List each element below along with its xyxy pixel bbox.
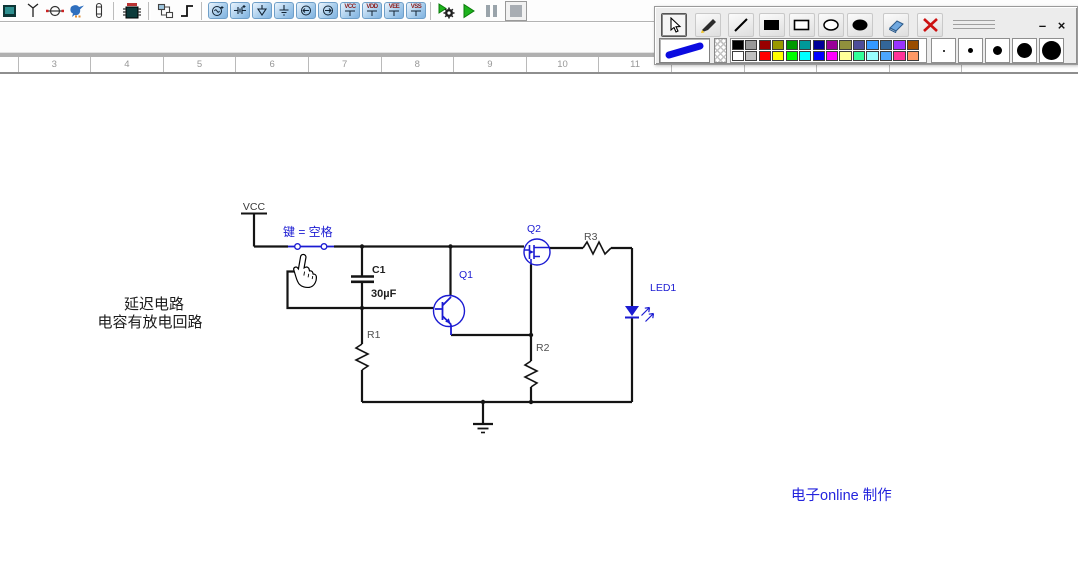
color-swatch[interactable] <box>866 39 879 50</box>
switch-key-label: 键 = 空格 <box>283 224 333 239</box>
vcc-label: VCC <box>243 201 266 213</box>
toolbar-drag-handle[interactable] <box>953 20 995 31</box>
color-swatch[interactable] <box>731 51 744 62</box>
color-swatch[interactable] <box>852 51 866 62</box>
color-swatch[interactable] <box>785 51 798 62</box>
switch-component[interactable]: 键 = 空格 <box>283 224 334 275</box>
color-swatch[interactable] <box>866 51 879 62</box>
brush-size-button[interactable] <box>1012 38 1037 63</box>
c1-value-label[interactable]: 30µF <box>371 288 397 300</box>
color-swatch[interactable] <box>825 51 839 62</box>
c1-ref-label[interactable]: C1 <box>372 264 386 276</box>
paint-toolbar-window[interactable]: – × <box>654 6 1078 65</box>
color-swatch[interactable] <box>731 39 744 50</box>
current-stroke-preview <box>659 38 710 63</box>
select-tool-button[interactable] <box>661 13 687 37</box>
r2-ref-label[interactable]: R2 <box>536 342 550 354</box>
rectangle-tool-button[interactable] <box>789 13 815 37</box>
color-swatch[interactable] <box>893 51 906 62</box>
color-palette <box>730 38 927 63</box>
color-swatch[interactable] <box>893 39 906 50</box>
brush-size-button[interactable] <box>1039 38 1064 63</box>
led1-ref-label[interactable]: LED1 <box>650 282 676 294</box>
eraser-tool-button[interactable] <box>883 13 909 37</box>
pen-tool-button[interactable] <box>695 13 721 37</box>
color-swatch[interactable] <box>879 39 893 50</box>
color-swatch[interactable] <box>906 51 919 62</box>
q1-ref-label[interactable]: Q1 <box>459 269 473 281</box>
filled-rectangle-tool-button[interactable] <box>759 13 785 37</box>
color-swatch[interactable] <box>772 51 785 62</box>
q2-ref-label[interactable]: Q2 <box>527 223 541 235</box>
brush-size-button[interactable] <box>958 38 983 63</box>
color-swatch[interactable] <box>879 51 893 62</box>
transistor-q2[interactable]: Q2 <box>523 223 551 266</box>
circuit-drawing: VCC 键 = 空格 C1 30µF R1 R2 R3 Q1 Q2 LED1 延… <box>97 201 892 504</box>
transistor-q1[interactable]: Q1 <box>432 269 474 335</box>
credit-text: 电子online 制作 <box>791 487 892 504</box>
vcc-power-symbol[interactable]: VCC <box>241 201 267 215</box>
transparent-swatch[interactable] <box>714 38 727 63</box>
capacitor-c1[interactable]: C1 30µF <box>351 264 397 300</box>
note-line2: 电容有放电回路 <box>97 314 202 331</box>
delete-all-button[interactable] <box>917 13 943 37</box>
color-swatch[interactable] <box>758 39 771 50</box>
close-button[interactable]: × <box>1053 17 1070 33</box>
minimize-button[interactable]: – <box>1034 17 1051 33</box>
r3-ref-label[interactable]: R3 <box>584 231 598 243</box>
color-swatch[interactable] <box>839 51 852 62</box>
color-swatch[interactable] <box>812 51 825 62</box>
junction-dots <box>359 244 534 405</box>
color-swatch[interactable] <box>906 39 919 50</box>
resistor-r3[interactable]: R3 <box>582 231 612 256</box>
ellipse-tool-button[interactable] <box>818 13 844 37</box>
color-swatch[interactable] <box>799 39 812 50</box>
r1-ref-label[interactable]: R1 <box>367 329 381 341</box>
color-swatch[interactable] <box>758 51 771 62</box>
application-window: VCC VDD VEE VSS 3 4 5 6 7 8 9 10 11 VCC … <box>0 0 1078 568</box>
color-swatch[interactable] <box>772 39 785 50</box>
line-tool-button[interactable] <box>728 13 754 37</box>
color-swatch[interactable] <box>799 51 812 62</box>
color-swatch[interactable] <box>785 39 798 50</box>
color-swatch[interactable] <box>745 51 758 62</box>
color-swatch[interactable] <box>825 39 839 50</box>
color-swatch[interactable] <box>812 39 825 50</box>
brush-size-button[interactable] <box>985 38 1010 63</box>
hand-cursor <box>293 253 317 289</box>
brush-size-button[interactable] <box>931 38 956 63</box>
note-line1: 延迟电路 <box>124 296 184 313</box>
filled-ellipse-tool-button[interactable] <box>847 13 873 37</box>
resistor-r2[interactable]: R2 <box>523 342 550 388</box>
color-swatch[interactable] <box>852 39 866 50</box>
ground-symbol[interactable] <box>473 422 493 434</box>
resistor-r1[interactable]: R1 <box>354 329 381 371</box>
color-swatch[interactable] <box>745 39 758 50</box>
color-swatch[interactable] <box>839 39 852 50</box>
size-buttons <box>931 38 1064 63</box>
